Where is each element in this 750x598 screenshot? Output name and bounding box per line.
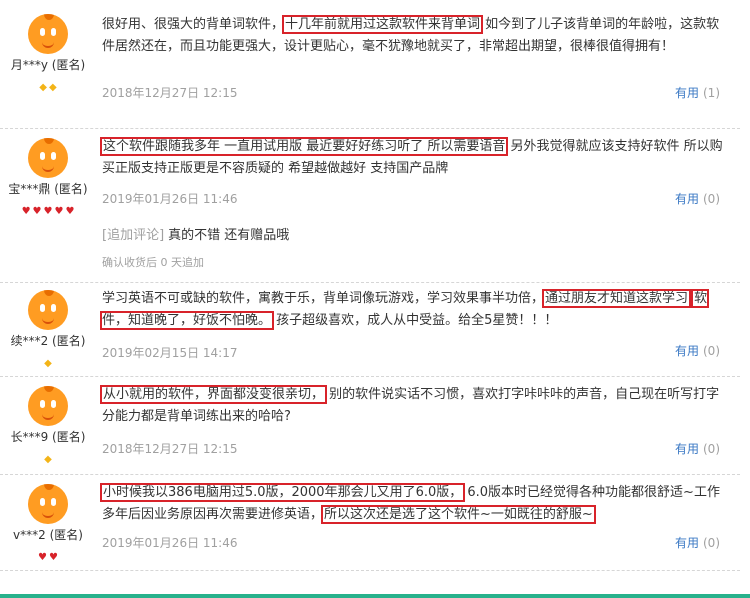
member-badges: ◆ bbox=[0, 447, 96, 465]
avatar bbox=[28, 14, 68, 54]
heart-icon: ♥ bbox=[49, 552, 58, 563]
useful-count: (1) bbox=[703, 86, 720, 100]
append-tag: [追加评论] bbox=[102, 228, 165, 243]
member-badges: ◆ bbox=[0, 351, 96, 369]
useful-count: (0) bbox=[703, 442, 720, 456]
review-date: 2019年01月26日 11:46 bbox=[102, 192, 238, 206]
review-item: 月***y (匿名) ◆ ◆ 很好用、很强大的背单词软件，十几年前就用过这款软件来… bbox=[0, 0, 740, 129]
reviewer-info: v***2 (匿名) ♥ ♥ bbox=[0, 484, 96, 563]
member-badges: ◆ ◆ bbox=[0, 75, 96, 93]
review-item: 续***2 (匿名) ◆ 学习英语不可或缺的软件，寓教于乐，背单词像玩游戏，学习… bbox=[0, 282, 740, 377]
member-badges: ♥ ♥ bbox=[0, 545, 96, 563]
review-date: 2018年12月27日 12:15 bbox=[102, 86, 238, 100]
useful-label: 有用 bbox=[674, 442, 699, 456]
highlighted-phrase: 小时候我以386电脑用过5.0版，2000年那会儿又用了6.0版， bbox=[99, 483, 466, 502]
member-badges: ♥ ♥ ♥ ♥ ♥ bbox=[0, 199, 96, 217]
useful-label: 有用 bbox=[674, 192, 699, 206]
review-text: 从小就用的软件，界面都没变很亲切， 别的软件说实话不习惯，喜欢打字咔咔咔的声音，… bbox=[99, 384, 732, 428]
useful-button[interactable]: 有用 (0) bbox=[675, 534, 720, 551]
diamond-icon: ◆ bbox=[44, 454, 52, 465]
avatar bbox=[28, 290, 68, 330]
review-text: 很好用、很强大的背单词软件，十几年前就用过这款软件来背单词 如今到了儿子该背单词… bbox=[102, 14, 732, 58]
review-text-segment: 孩子超级喜欢，成人从中受益。给全5星赞！！！ bbox=[272, 313, 558, 328]
highlighted-phrase: 从小就用的软件，界面都没变很亲切， bbox=[99, 385, 328, 404]
avatar bbox=[28, 386, 68, 426]
reviewer-info: 月***y (匿名) ◆ ◆ bbox=[0, 14, 96, 93]
useful-count: (0) bbox=[703, 344, 720, 358]
review-text: 这个软件跟随我多年 一直用试用版 最近要好好练习听了 所以需要语音 另外我觉得就… bbox=[99, 136, 732, 180]
review-text: 学习英语不可或缺的软件，寓教于乐，背单词像玩游戏，学习效果事半功倍，通过朋友才知… bbox=[99, 288, 732, 332]
useful-label: 有用 bbox=[674, 344, 699, 358]
review-text-segment: 很好用、很强大的背单词软件， bbox=[102, 17, 285, 32]
useful-label: 有用 bbox=[674, 536, 699, 550]
useful-button[interactable]: 有用 (0) bbox=[675, 342, 720, 359]
footer-bar bbox=[0, 594, 750, 598]
review-date: 2019年01月26日 11:46 bbox=[102, 536, 238, 550]
reviewer-info: 宝***鼎 (匿名) ♥ ♥ ♥ ♥ ♥ bbox=[0, 138, 96, 217]
avatar bbox=[28, 138, 68, 178]
reviewer-info: 长***9 (匿名) ◆ bbox=[0, 386, 96, 465]
reviewer-name: v***2 (匿名) bbox=[13, 528, 83, 542]
reviewer-name: 宝***鼎 (匿名) bbox=[8, 182, 88, 196]
highlighted-phrase: 通过朋友才知道这款学习 bbox=[542, 289, 692, 308]
reviewer-info: 续***2 (匿名) ◆ bbox=[0, 290, 96, 369]
reviewer-name: 长***9 (匿名) bbox=[10, 430, 86, 444]
review-text: 小时候我以386电脑用过5.0版，2000年那会儿又用了6.0版， 6.0版本时… bbox=[99, 482, 732, 526]
review-date: 2018年12月27日 12:15 bbox=[102, 442, 238, 456]
diamond-icon: ◆ bbox=[44, 358, 52, 369]
review-item: 宝***鼎 (匿名) ♥ ♥ ♥ ♥ ♥ 这个软件跟随我多年 一直用试用版 最近要好好练… bbox=[0, 128, 740, 283]
useful-count: (0) bbox=[703, 536, 720, 550]
useful-button[interactable]: 有用 (1) bbox=[675, 84, 720, 101]
heart-icon: ♥ bbox=[43, 206, 53, 217]
useful-button[interactable]: 有用 (0) bbox=[675, 190, 720, 207]
heart-icon: ♥ bbox=[38, 552, 47, 563]
heart-icon: ♥ bbox=[54, 206, 64, 217]
append-text: 真的不错 还有赠品哦 bbox=[168, 228, 290, 243]
review-date: 2019年02月15日 14:17 bbox=[102, 346, 238, 360]
reviewer-name: 月***y (匿名) bbox=[10, 58, 86, 72]
review-item: 长***9 (匿名) ◆ 从小就用的软件，界面都没变很亲切， 别的软件说实话不习… bbox=[0, 376, 740, 475]
append-meta: 确认收货后 0 天追加 bbox=[102, 256, 204, 269]
useful-count: (0) bbox=[703, 192, 720, 206]
heart-icon: ♥ bbox=[21, 206, 31, 217]
highlighted-phrase: 十几年前就用过这款软件来背单词 bbox=[282, 15, 484, 34]
reviewer-name: 续***2 (匿名) bbox=[10, 334, 86, 348]
avatar bbox=[28, 484, 68, 524]
review-item: v***2 (匿名) ♥ ♥ 小时候我以386电脑用过5.0版，2000年那会儿又… bbox=[0, 474, 740, 571]
highlighted-phrase: 所以这次还是选了这个软件~一如既往的舒服~ bbox=[321, 505, 596, 524]
useful-button[interactable]: 有用 (0) bbox=[675, 440, 720, 457]
review-text-segment: 学习英语不可或缺的软件，寓教于乐，背单词像玩游戏，学习效果事半功倍， bbox=[102, 291, 545, 306]
diamond-icon: ◆ bbox=[49, 82, 57, 93]
heart-icon: ♥ bbox=[32, 206, 42, 217]
appended-review: [追加评论] 真的不错 还有赠品哦 bbox=[102, 224, 289, 243]
heart-icon: ♥ bbox=[65, 206, 75, 217]
diamond-icon: ◆ bbox=[39, 82, 47, 93]
useful-label: 有用 bbox=[674, 86, 699, 100]
highlighted-phrase: 这个软件跟随我多年 一直用试用版 最近要好好练习听了 所以需要语音 bbox=[99, 137, 509, 156]
